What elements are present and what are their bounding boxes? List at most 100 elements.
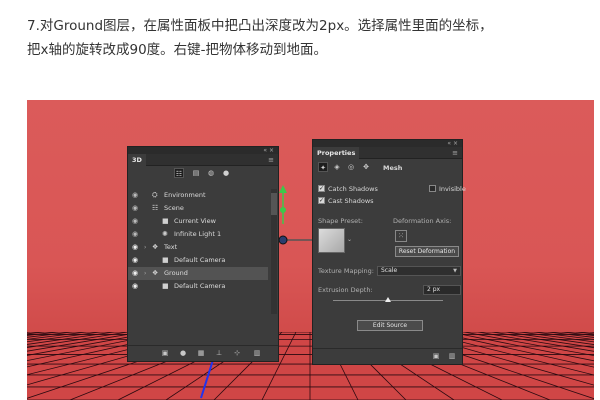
panel-menu-icon[interactable]: ≡ (268, 156, 274, 164)
scene-item[interactable]: ◉ ☷ Scene (128, 202, 268, 215)
scene-item-label: Default Camera (174, 256, 226, 264)
shape-preset-label: Shape Preset: (318, 217, 363, 225)
visibility-eye-icon[interactable]: ◉ (132, 254, 138, 267)
properties-window-controls[interactable]: « × (447, 140, 458, 147)
scene-item[interactable]: ◉ ✺ Infinite Light 1 (128, 228, 268, 241)
render-icon[interactable]: ▦ (196, 348, 206, 358)
panel-3d: « × 3D ≡ ☷ ▤ ◍ ● ◉ ⛭ Environment ◉ ☷ Scene ◉ ■ C… (127, 146, 279, 362)
material-filter-icon[interactable]: ◍ (206, 168, 216, 178)
scene-item-label: Infinite Light 1 (174, 230, 222, 238)
cast-shadows-label: Cast Shadows (328, 197, 374, 205)
panel-3d-titlebar[interactable]: « × (128, 147, 278, 154)
mesh-mode-icon[interactable]: ✦ (318, 162, 328, 172)
add-object-icon[interactable]: ▣ (160, 348, 170, 358)
floor-fill (27, 332, 594, 400)
texture-mapping-select[interactable]: Scale ▼ (377, 266, 461, 276)
deform-mode-icon[interactable]: ◈ (332, 162, 342, 172)
scene-item-label: Ground (164, 269, 188, 277)
cap-mode-icon[interactable]: ◎ (346, 162, 356, 172)
grid-floor-graphic (27, 332, 594, 400)
deformation-axis-widget[interactable]: ⁙ (395, 230, 407, 242)
mesh-icon: ❖ (152, 269, 159, 277)
extrusion-depth-slider-thumb[interactable] (385, 297, 391, 302)
cast-shadows-checkbox[interactable]: ✓ (318, 197, 325, 204)
article-line-1: 7.对Ground图层，在属性面板中把凸出深度改为2px。选择属性里面的坐标， (27, 18, 493, 34)
article-line-2: 把x轴的旋转改成90度。右键-把物体移动到地面。 (27, 42, 328, 58)
invisible-checkbox[interactable] (429, 185, 436, 192)
mode-label: Mesh (383, 164, 403, 172)
mesh-icon: ❖ (152, 243, 159, 251)
chevron-down-icon: ▼ (453, 268, 457, 274)
texture-mapping-value: Scale (381, 267, 398, 274)
catch-shadows-checkbox[interactable]: ✓ (318, 185, 325, 192)
shape-preset-thumbnail[interactable] (318, 228, 345, 253)
tab-3d[interactable]: 3D (128, 154, 146, 166)
scene-item[interactable]: ◉ › ❖ Text (128, 241, 268, 254)
scene-item-label: Default Camera (174, 282, 226, 290)
properties-panel: « × Properties ≡ ✦ ◈ ◎ ✥ Mesh ✓ Catch Sh… (312, 139, 466, 365)
scrollbar-thumb[interactable] (271, 193, 277, 215)
deformation-axis-label: Deformation Axis: (393, 217, 452, 225)
visibility-eye-icon[interactable]: ◉ (132, 202, 138, 215)
panel-3d-bottom-bar: ▣ ● ▦ ⊥ ⊹ ▥ (128, 345, 278, 361)
whole-scene-filter-icon[interactable]: ☷ (174, 168, 184, 178)
camera-icon: ■ (162, 282, 169, 290)
render-icon[interactable]: ▣ (431, 351, 441, 361)
catch-shadows-label: Catch Shadows (328, 185, 378, 193)
visibility-eye-icon[interactable]: ◉ (132, 215, 138, 228)
transform-gizmo[interactable] (273, 184, 317, 256)
scene-list-scrollbar[interactable] (271, 189, 277, 314)
properties-mode-bar: ✦ ◈ ◎ ✥ Mesh (313, 159, 462, 175)
delete-icon[interactable]: ▥ (252, 348, 262, 358)
properties-bottom-bar: ▣ ▥ (313, 348, 462, 364)
scene-item-label: Text (164, 243, 178, 251)
scene-item[interactable]: ◉ ⛭ Environment (128, 189, 268, 202)
scene-item[interactable]: ◉ ■ Default Camera (128, 280, 268, 293)
photoshop-screenshot: « × 3D ≡ ☷ ▤ ◍ ● ◉ ⛭ Environment ◉ ☷ Scene ◉ ■ C… (27, 100, 594, 400)
extrusion-depth-label: Extrusion Depth: (318, 286, 373, 294)
camera-icon: ■ (162, 217, 169, 225)
scene-item-label: Environment (164, 191, 206, 199)
texture-mapping-label: Texture Mapping: (318, 267, 374, 275)
panel-3d-tabrow: 3D ≡ (128, 154, 278, 166)
environment-icon: ⛭ (152, 191, 158, 199)
invisible-label: Invisible (439, 185, 466, 193)
article-text: 7.对Ground图层，在属性面板中把凸出深度改为2px。选择属性里面的坐标， … (27, 14, 587, 62)
light-icon: ✺ (162, 230, 168, 238)
extrusion-depth-field[interactable]: 2 px (423, 285, 461, 295)
camera-icon: ■ (162, 256, 169, 264)
panel-3d-window-controls[interactable]: « × (263, 147, 274, 154)
scene-icon: ☷ (152, 204, 159, 212)
tab-properties[interactable]: Properties (313, 147, 360, 159)
visibility-eye-icon[interactable]: ◉ (132, 241, 138, 254)
visibility-eye-icon[interactable]: ◉ (132, 267, 138, 280)
scene-item[interactable]: ◉ › ❖ Ground (128, 267, 268, 280)
properties-titlebar[interactable]: « × (313, 140, 462, 147)
edit-source-button[interactable]: Edit Source (357, 320, 423, 331)
visibility-eye-icon[interactable]: ◉ (132, 228, 138, 241)
scene-list: ◉ ⛭ Environment ◉ ☷ Scene ◉ ■ Current View ◉ ✺ Infi… (128, 189, 268, 293)
visibility-eye-icon[interactable]: ◉ (132, 280, 138, 293)
add-constraint-icon[interactable]: ⊥ (214, 348, 224, 358)
properties-tabrow: Properties ≡ (313, 147, 462, 159)
scene-item-label: Current View (174, 217, 216, 225)
delete-icon[interactable]: ▥ (447, 351, 457, 361)
extrusion-depth-slider[interactable] (333, 297, 443, 302)
z-axis-line (200, 359, 214, 399)
properties-menu-icon[interactable]: ≡ (452, 149, 458, 157)
expand-arrow-icon[interactable]: › (144, 267, 146, 280)
scene-item[interactable]: ◉ ■ Current View (128, 215, 268, 228)
scene-item-label: Scene (164, 204, 184, 212)
add-light-icon[interactable]: ● (178, 348, 188, 358)
light-filter-icon[interactable]: ● (221, 168, 231, 178)
scene-item[interactable]: ◉ ■ Default Camera (128, 254, 268, 267)
grid-floor (27, 332, 594, 400)
shape-preset-dropdown-icon[interactable]: ⌄ (347, 236, 352, 243)
coordinates-mode-icon[interactable]: ✥ (361, 162, 371, 172)
add-anchor-icon[interactable]: ⊹ (232, 348, 242, 358)
mesh-filter-icon[interactable]: ▤ (191, 168, 201, 178)
reset-deformation-button[interactable]: Reset Deformation (395, 246, 459, 257)
expand-arrow-icon[interactable]: › (144, 241, 146, 254)
filter-bar: ☷ ▤ ◍ ● (128, 166, 278, 180)
visibility-eye-icon[interactable]: ◉ (132, 189, 138, 202)
